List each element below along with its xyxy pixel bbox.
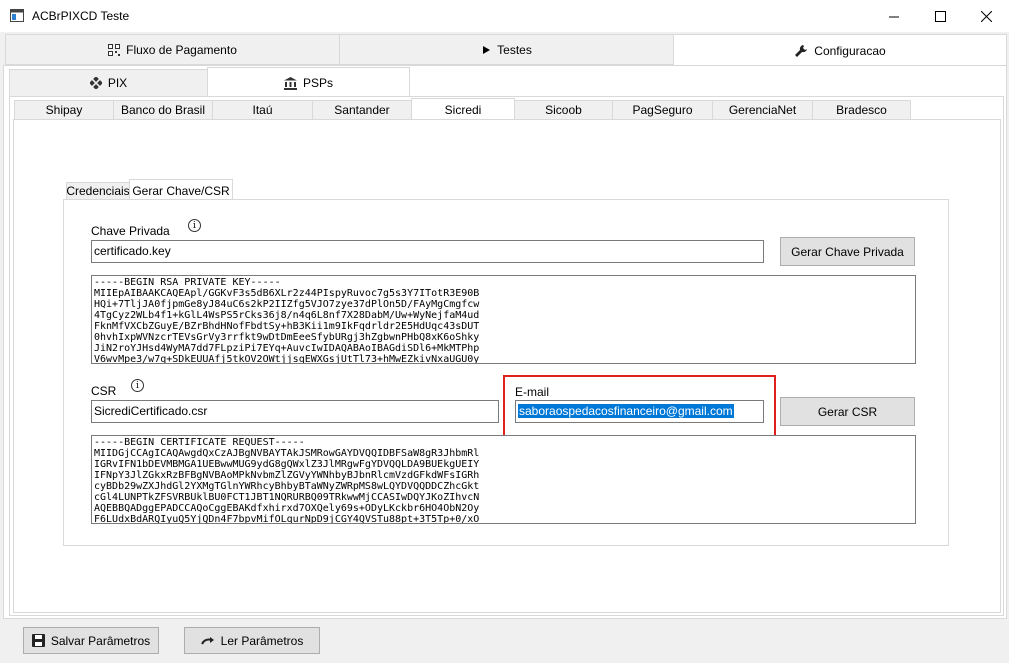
floppy-disk-icon [31, 634, 45, 647]
button-label: Salvar Parâmetros [50, 633, 151, 648]
tab-label: Testes [497, 42, 532, 57]
tab-credenciais[interactable]: Credenciais [66, 182, 130, 200]
app-window-icon [10, 9, 24, 22]
pix-diamond-icon [89, 77, 102, 89]
tab-label: GerenciaNet [728, 103, 797, 117]
maximize-button[interactable] [917, 0, 963, 32]
tab-pix[interactable]: PIX [9, 69, 208, 97]
certificate-request-memo[interactable]: -----BEGIN CERTIFICATE REQUEST----- MIID… [91, 435, 916, 524]
wrench-icon [795, 45, 808, 57]
tab-label: Configuracao [814, 44, 886, 58]
info-icon[interactable]: i [131, 379, 144, 392]
tab-psps[interactable]: PSPs [207, 67, 410, 98]
window-title: ACBrPIXCD Teste [32, 9, 130, 23]
tab-testes[interactable]: Testes [339, 34, 674, 65]
button-label: Gerar CSR [817, 404, 878, 419]
tab-label: Fluxo de Pagamento [126, 42, 237, 57]
email-input[interactable]: saboraospedacosfinanceiro@gmail.com [515, 400, 764, 423]
gerar-csr-button[interactable]: Gerar CSR [780, 397, 915, 426]
tab-label: Credenciais [66, 184, 130, 198]
tab-label: PSPs [302, 76, 333, 90]
tab-label: PagSeguro [632, 103, 693, 117]
tab-gerar-chave-csr[interactable]: Gerar Chave/CSR [129, 179, 233, 201]
tab-label: Shipay [45, 103, 83, 117]
csr-filename-input[interactable]: SicrediCertificado.csr [91, 400, 499, 423]
tab-label: Itaú [252, 103, 273, 117]
button-label: Gerar Chave Privada [791, 244, 904, 259]
close-icon [980, 10, 992, 22]
email-label: E-mail [515, 385, 550, 399]
minimize-icon [888, 16, 899, 17]
ler-parametros-button[interactable]: Ler Parâmetros [184, 627, 320, 654]
chave-privada-label: Chave Privada [91, 224, 170, 238]
gerar-chave-privada-button[interactable]: Gerar Chave Privada [780, 237, 915, 266]
reload-arrow-icon [200, 636, 214, 644]
tab-label: Gerar Chave/CSR [132, 183, 230, 198]
maximize-icon [934, 10, 946, 22]
tab-bank-shipay[interactable]: Shipay [14, 100, 114, 120]
email-selected-text: saboraospedacosfinanceiro@gmail.com [518, 404, 734, 418]
title-bar: ACBrPIXCD Teste [0, 0, 1009, 32]
button-label: Ler Parâmetros [220, 633, 304, 648]
tab-bank-sicoob[interactable]: Sicoob [514, 100, 613, 120]
tab-label: PIX [107, 76, 128, 90]
bank-icon [283, 76, 297, 90]
tab-bank-pagseguro[interactable]: PagSeguro [612, 100, 713, 120]
tab-label: Sicredi [444, 103, 482, 117]
csr-label: CSR [91, 384, 117, 398]
tab-bank-sicredi[interactable]: Sicredi [411, 98, 515, 121]
minimize-button[interactable] [871, 0, 917, 32]
close-button[interactable] [963, 0, 1009, 32]
chave-privada-input[interactable]: certificado.key [91, 240, 764, 263]
tab-bank-santander[interactable]: Santander [312, 100, 412, 120]
tab-bank-bradesco[interactable]: Bradesco [812, 100, 911, 120]
tab-configuracao[interactable]: Configuracao [673, 34, 1007, 67]
tab-fluxo-de-pagamento[interactable]: Fluxo de Pagamento [5, 34, 340, 65]
play-icon [483, 45, 491, 54]
tab-label: Santander [334, 103, 390, 117]
tab-label: Banco do Brasil [120, 103, 206, 117]
private-key-memo[interactable]: -----BEGIN RSA PRIVATE KEY----- MIIEpAIB… [91, 275, 916, 364]
info-icon[interactable]: i [188, 219, 201, 232]
salvar-parametros-button[interactable]: Salvar Parâmetros [23, 627, 159, 654]
tab-bank-gerencianet[interactable]: GerenciaNet [712, 100, 813, 120]
tab-bank-banco-do-brasil[interactable]: Banco do Brasil [113, 100, 213, 120]
tab-bank-itau[interactable]: Itaú [212, 100, 313, 120]
tab-label: Sicoob [545, 103, 582, 117]
tab-label: Bradesco [836, 103, 887, 117]
qr-code-icon [108, 43, 121, 56]
